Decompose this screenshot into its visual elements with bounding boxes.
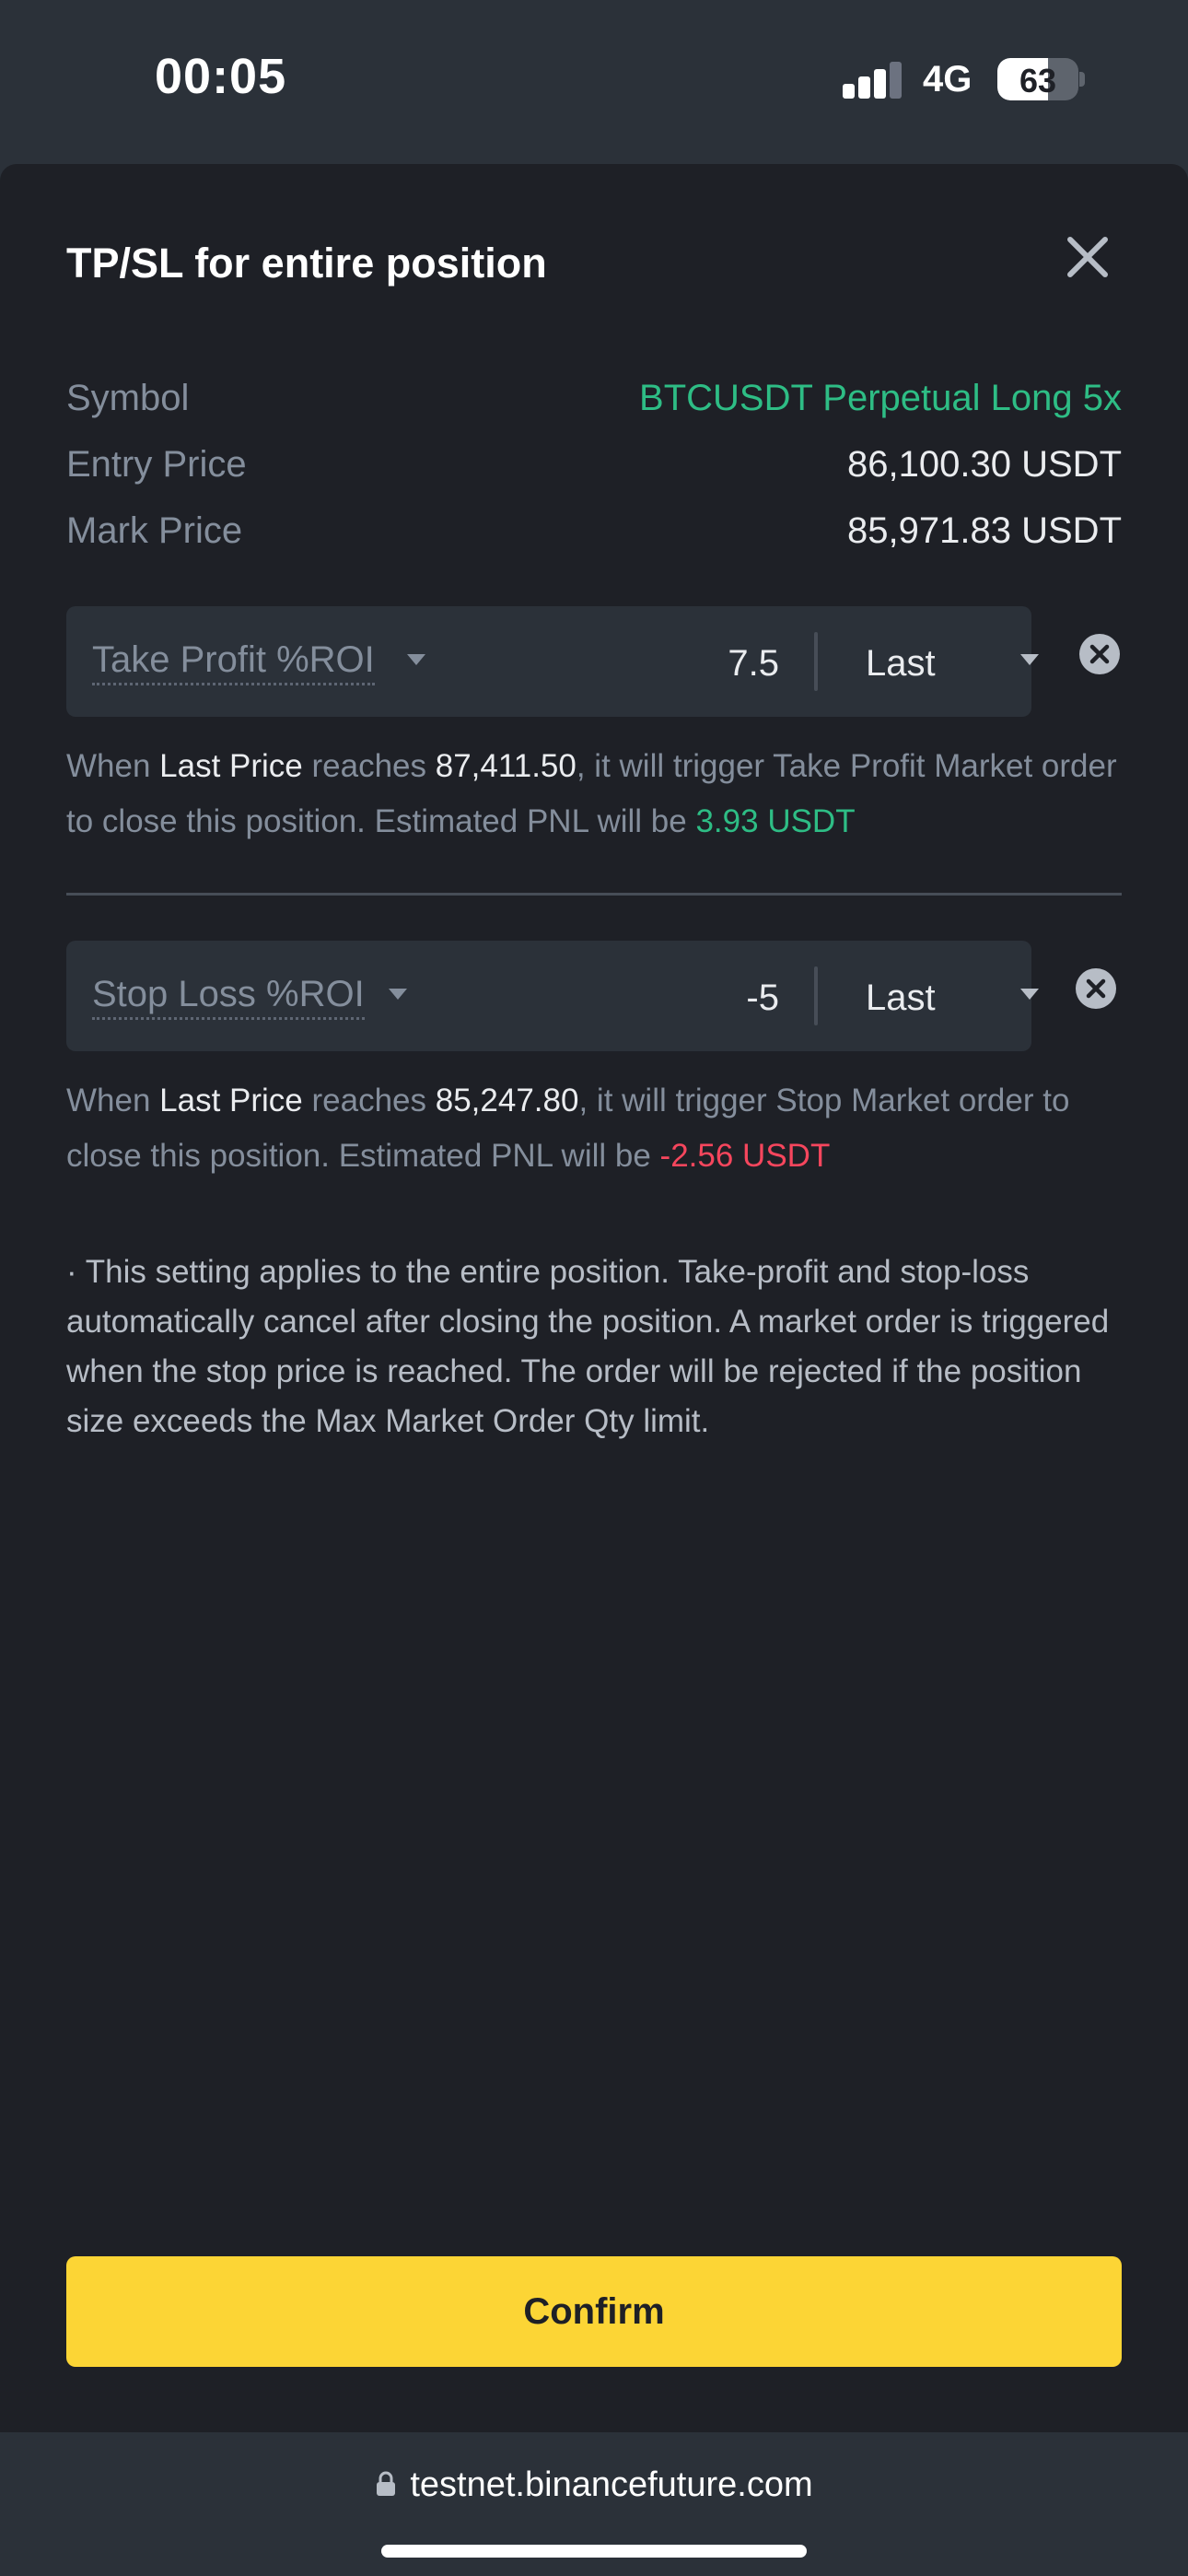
sheet-title: TP/SL for entire position (66, 240, 547, 287)
clear-icon[interactable] (1077, 632, 1122, 676)
stop-loss-mode-selector[interactable]: Stop Loss %ROI (92, 974, 365, 1020)
desc-text: reaches (302, 748, 436, 784)
stop-loss-estimated-pnl: -2.56 USDT (659, 1138, 831, 1174)
close-icon[interactable] (1059, 228, 1116, 286)
browser-url-bar[interactable]: testnet.binancefuture.com (0, 2432, 1188, 2576)
stop-loss-description: When Last Price reaches 85,247.80, it wi… (66, 1073, 1125, 1184)
stop-loss-input[interactable]: -5 (746, 978, 779, 1019)
tpsl-sheet: TP/SL for entire position Symbol BTCUSDT… (0, 164, 1188, 2432)
caret-down-icon[interactable] (1020, 654, 1039, 665)
mark-price-label: Mark Price (66, 510, 243, 551)
take-profit-field[interactable]: Take Profit %ROI 7.5 Last (66, 606, 1039, 717)
battery-cap (1079, 72, 1085, 87)
url-text: testnet.binancefuture.com (410, 2465, 813, 2504)
take-profit-trigger-price: 87,411.50 (435, 748, 577, 784)
stop-loss-price-type[interactable]: Last (866, 978, 936, 1019)
stop-loss-field[interactable]: Stop Loss %ROI -5 Last (66, 941, 1039, 1051)
stop-loss-trigger-price: 85,247.80 (435, 1083, 579, 1118)
info-row-mark-price: Mark Price 85,971.83 USDT (66, 510, 1122, 562)
caret-down-icon[interactable] (407, 654, 425, 665)
field-separator (814, 966, 818, 1025)
caret-down-icon[interactable] (389, 989, 407, 1000)
battery-icon: 63 (997, 58, 1078, 100)
entry-price-label: Entry Price (66, 444, 247, 485)
network-type: 4G (923, 59, 973, 100)
signal-icon (843, 62, 903, 99)
home-indicator[interactable] (381, 2545, 807, 2558)
caret-down-icon[interactable] (1020, 989, 1039, 1000)
url-display[interactable]: testnet.binancefuture.com (0, 2465, 1188, 2505)
take-profit-mode-selector[interactable]: Take Profit %ROI (92, 639, 375, 685)
take-profit-input[interactable]: 7.5 (728, 643, 779, 685)
confirm-button[interactable]: Confirm (66, 2256, 1122, 2367)
symbol-label: Symbol (66, 378, 190, 418)
take-profit-price-type[interactable]: Last (866, 643, 936, 685)
lock-icon (375, 2467, 397, 2496)
status-time: 00:05 (155, 49, 287, 104)
field-separator (814, 632, 818, 691)
entry-price-value: 86,100.30 USDT (847, 444, 1122, 485)
symbol-value: BTCUSDT Perpetual Long 5x (639, 378, 1122, 418)
desc-price-type: Last Price (159, 748, 303, 784)
take-profit-description: When Last Price reaches 87,411.50, it wi… (66, 739, 1125, 849)
desc-price-type: Last Price (159, 1083, 303, 1118)
desc-text: reaches (302, 1083, 436, 1118)
take-profit-estimated-pnl: 3.93 USDT (695, 803, 856, 839)
position-note: · This setting applies to the entire pos… (66, 1254, 1110, 1439)
clear-icon[interactable] (1074, 966, 1118, 1011)
desc-text: When (66, 1083, 160, 1118)
info-row-symbol: Symbol BTCUSDT Perpetual Long 5x (66, 378, 1122, 429)
battery-level: 63 (1019, 62, 1057, 100)
divider (66, 893, 1122, 896)
desc-text: When (66, 748, 160, 784)
mark-price-value: 85,971.83 USDT (847, 510, 1122, 551)
info-row-entry-price: Entry Price 86,100.30 USDT (66, 444, 1122, 496)
status-bar: 00:05 4G 63 (0, 0, 1188, 164)
